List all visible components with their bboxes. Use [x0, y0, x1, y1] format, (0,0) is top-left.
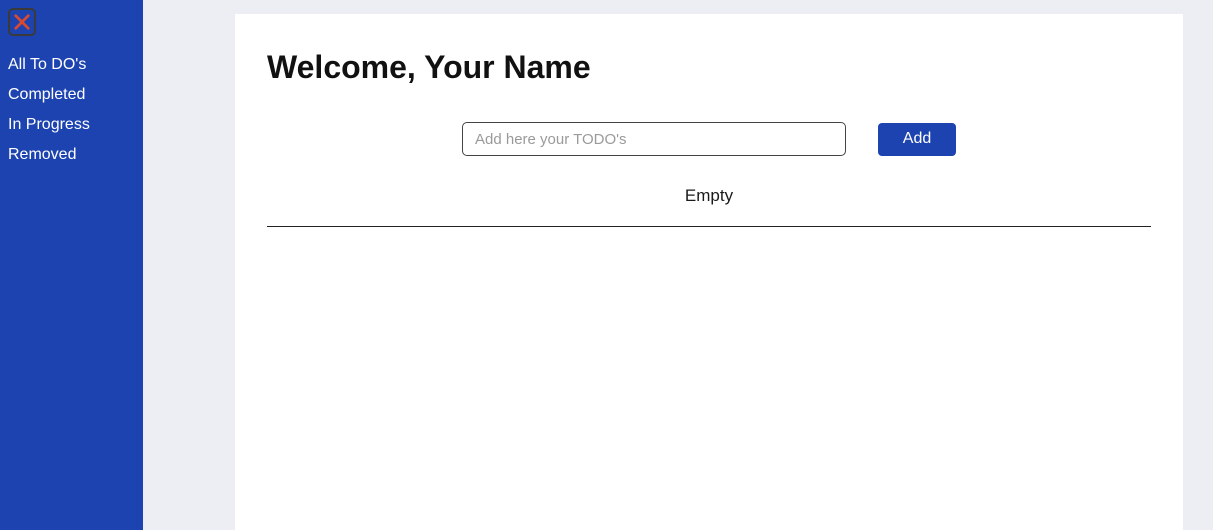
sidebar-item-removed[interactable]: Removed	[8, 140, 135, 170]
todo-input[interactable]	[462, 122, 846, 156]
empty-state-label: Empty	[267, 186, 1151, 206]
add-todo-row: Add	[267, 122, 1151, 156]
content-scroll-area[interactable]: Welcome, Your Name Add Empty	[143, 0, 1213, 530]
main-card: Welcome, Your Name Add Empty	[235, 14, 1183, 530]
add-button[interactable]: Add	[878, 123, 956, 156]
welcome-title: Welcome, Your Name	[267, 49, 1151, 86]
sidebar: All To DO's Completed In Progress Remove…	[0, 0, 143, 530]
sidebar-item-in-progress[interactable]: In Progress	[8, 110, 135, 140]
list-divider	[267, 226, 1151, 227]
app-logo-icon	[8, 8, 36, 36]
sidebar-item-completed[interactable]: Completed	[8, 80, 135, 110]
sidebar-item-all-todos[interactable]: All To DO's	[8, 50, 135, 80]
